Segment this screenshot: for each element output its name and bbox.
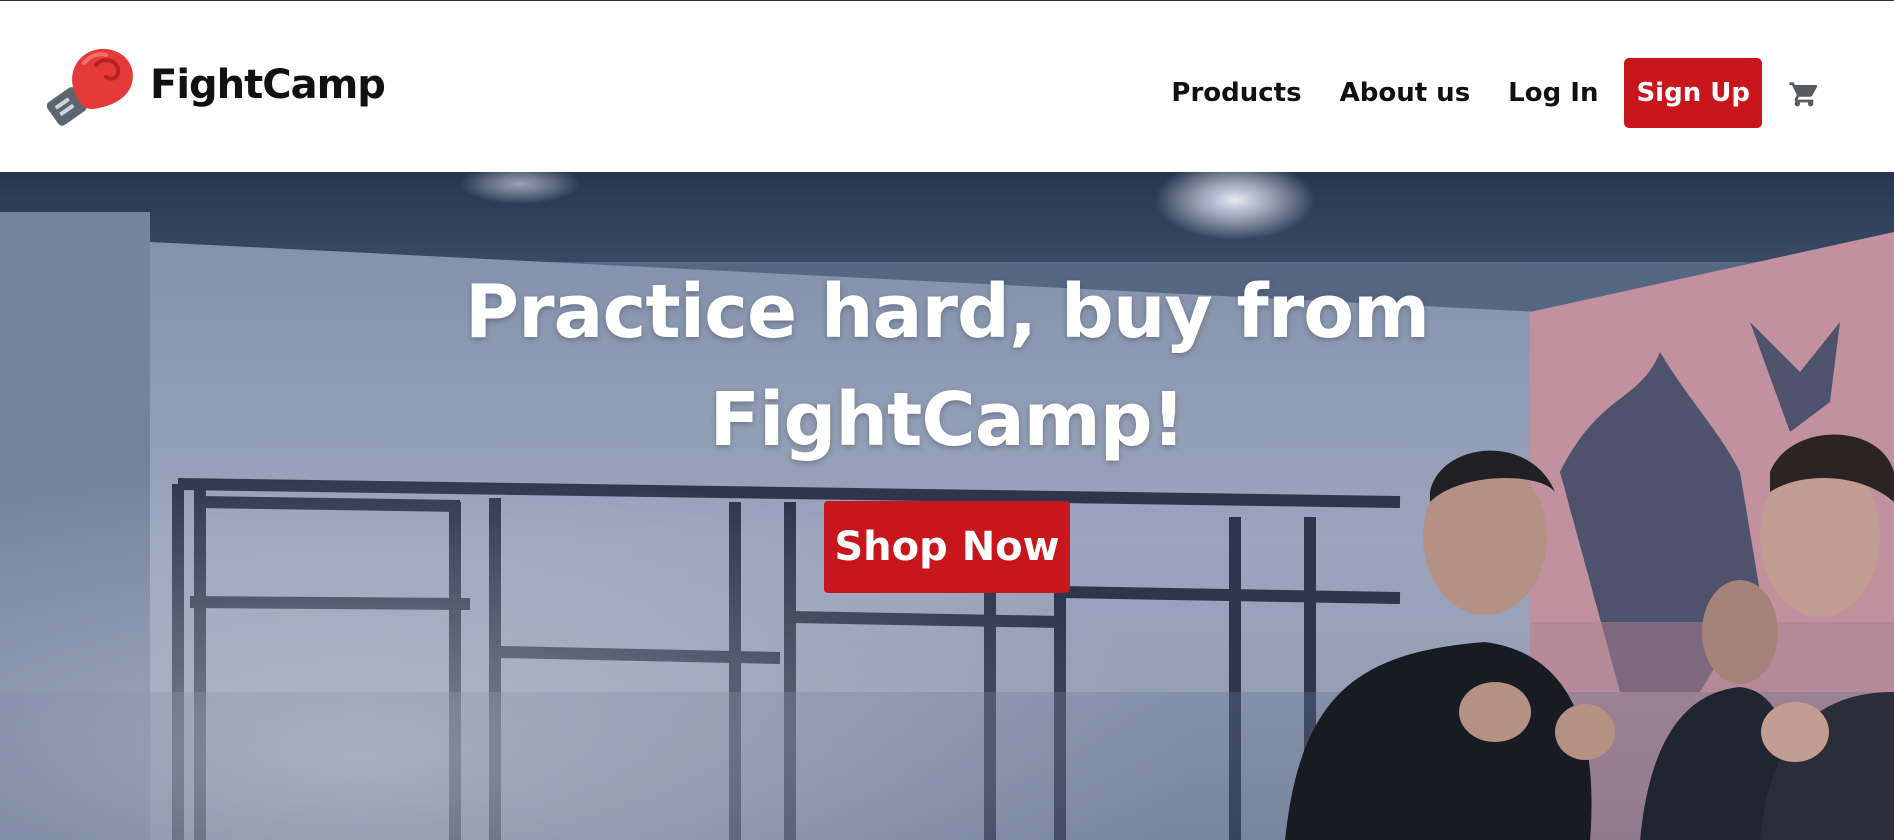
sign-up-button[interactable]: Sign Up	[1624, 58, 1762, 128]
nav-link-about-us[interactable]: About us	[1340, 78, 1471, 108]
hero-title: Practice hard, buy from FightCamp!	[464, 269, 1430, 463]
shop-now-button[interactable]: Shop Now	[824, 501, 1070, 593]
site-header: FightCamp Products About us Log In Sign …	[0, 1, 1894, 172]
cart-button[interactable]	[1784, 73, 1824, 113]
hero-section: Practice hard, buy from FightCamp! Shop …	[0, 172, 1894, 840]
nav-link-log-in[interactable]: Log In	[1508, 78, 1598, 108]
brand-logo-link[interactable]: FightCamp	[44, 43, 386, 127]
page: FightCamp Products About us Log In Sign …	[0, 0, 1894, 840]
main-nav: Products About us Log In Sign Up	[1171, 58, 1824, 128]
shopping-cart-icon	[1789, 82, 1818, 107]
brand-name: FightCamp	[150, 62, 386, 108]
boxing-glove-icon	[46, 48, 133, 126]
nav-link-products[interactable]: Products	[1171, 78, 1301, 108]
